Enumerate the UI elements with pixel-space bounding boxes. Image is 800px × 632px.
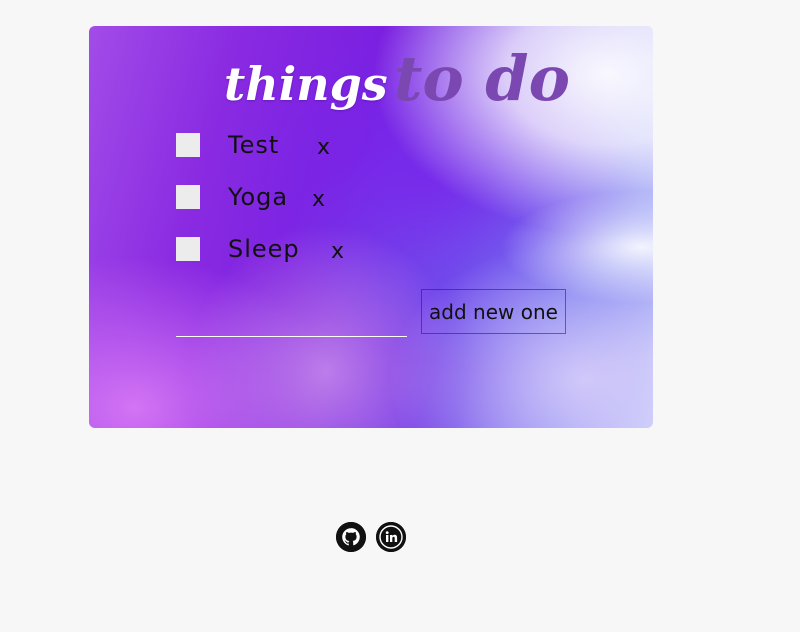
todo-checkbox[interactable] — [176, 185, 200, 209]
delete-todo-button[interactable]: x — [331, 239, 344, 264]
linkedin-icon — [376, 522, 406, 552]
add-todo-button[interactable]: add new one — [421, 289, 566, 334]
github-link[interactable] — [336, 522, 366, 552]
todo-checkbox[interactable] — [176, 133, 200, 157]
todo-label: Sleep — [228, 235, 300, 263]
app-title: thingsto do — [224, 48, 570, 110]
title-part-to-do: to do — [393, 42, 570, 115]
todo-checkbox[interactable] — [176, 237, 200, 261]
linkedin-link[interactable] — [376, 522, 406, 552]
delete-todo-button[interactable]: x — [317, 135, 330, 160]
todo-label: Test — [228, 131, 280, 159]
github-icon — [336, 522, 366, 552]
delete-todo-button[interactable]: x — [312, 187, 325, 212]
todo-label: Yoga — [228, 183, 289, 211]
new-todo-input[interactable] — [176, 310, 407, 337]
title-part-things: things — [224, 57, 388, 111]
todo-card: thingsto do Test x Yoga x Sleep x add ne… — [89, 26, 653, 428]
